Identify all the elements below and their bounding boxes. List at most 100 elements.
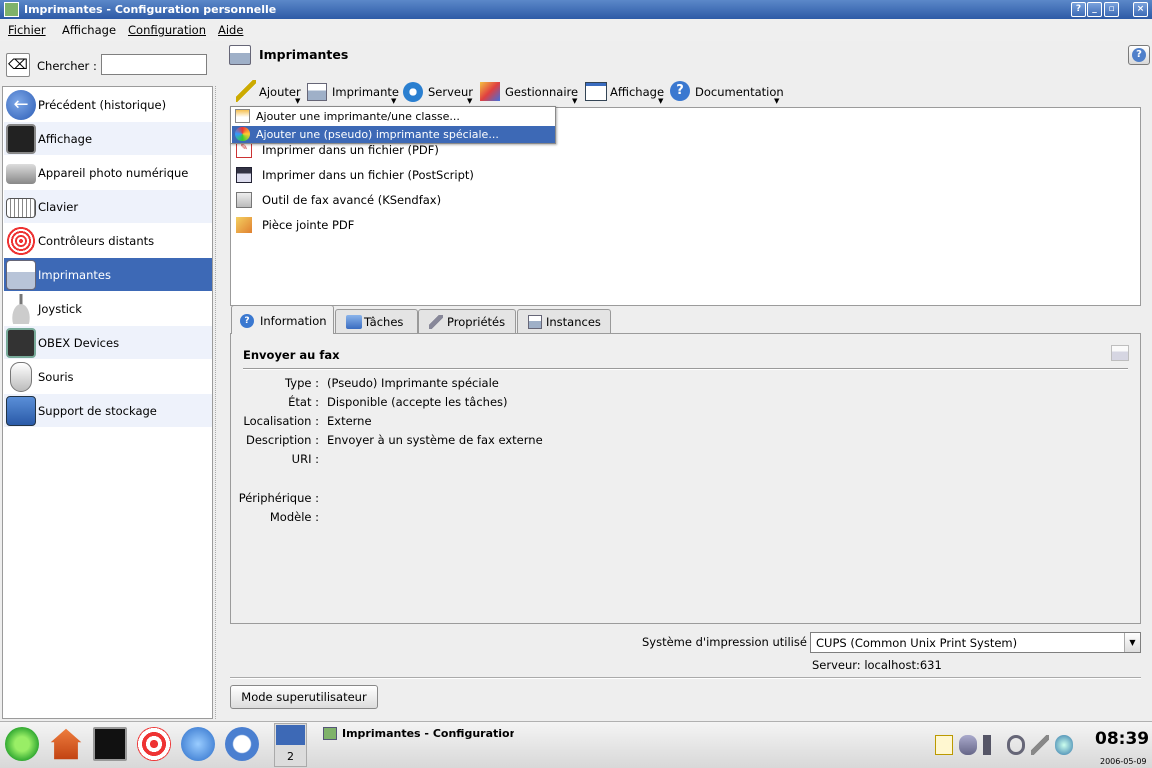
gear-icon [403, 82, 423, 102]
app-icon [323, 727, 337, 740]
sidebar-item-joystick[interactable]: Joystick [4, 292, 212, 325]
volume-icon[interactable] [983, 735, 1001, 755]
pager-number: 2 [287, 750, 294, 763]
help-button[interactable]: ? [1128, 45, 1150, 65]
menu-item-add-special[interactable]: Ajouter une (pseudo) imprimante spéciale… [232, 126, 555, 143]
wrench-icon [429, 315, 443, 329]
printer-icon [6, 260, 36, 290]
sidebar-item-label: Imprimantes [38, 268, 111, 282]
title-bar[interactable]: Imprimantes - Configuration personnelle … [0, 0, 1152, 19]
page-title: Imprimantes [259, 47, 349, 62]
info-key: Description : [245, 433, 319, 447]
clock[interactable]: 08:39 [1095, 729, 1149, 749]
sidebar-item-camera[interactable]: Appareil photo numérique [4, 156, 212, 189]
menu-configuration[interactable]: Configuration [128, 23, 206, 37]
clear-search-button[interactable]: ⌫ [6, 53, 30, 77]
window-icon [585, 82, 607, 101]
help-icon: ? [670, 81, 690, 101]
obex-icon [6, 328, 36, 358]
remote-control-icon [6, 226, 36, 256]
sidebar-item-obex[interactable]: OBEX Devices [4, 326, 212, 359]
window-title: Imprimantes - Configuration personnelle [24, 3, 277, 16]
chevron-down-icon: ▼ [467, 97, 473, 105]
list-item-label: Outil de fax avancé (KSendfax) [262, 193, 442, 207]
desktop-pager[interactable]: 2 [274, 723, 307, 767]
info-icon: ? [240, 314, 254, 328]
maximize-button[interactable]: ▫ [1104, 2, 1119, 17]
tab-label: Information [260, 314, 327, 328]
sidebar-item-affichage[interactable]: Affichage [4, 122, 212, 155]
printer-icon [1111, 345, 1129, 361]
close-button[interactable]: × [1133, 2, 1148, 17]
tab-instances[interactable]: Instances [517, 309, 611, 333]
minimize-button[interactable]: _ [1087, 2, 1102, 17]
toolbar-label: Imprimante [332, 85, 399, 99]
sidebar-item-stockage[interactable]: Support de stockage [4, 394, 212, 427]
list-item[interactable]: Outil de fax avancé (KSendfax) [236, 190, 536, 210]
help-title-button[interactable]: ? [1071, 2, 1086, 17]
mail-icon[interactable] [225, 727, 259, 761]
network-icon[interactable] [959, 735, 977, 755]
sidebar-item-remote[interactable]: Contrôleurs distants [4, 224, 212, 257]
search-input[interactable] [101, 54, 207, 75]
divider [230, 677, 1141, 679]
pdf-icon: ✎ [236, 142, 252, 158]
terminal-icon[interactable] [93, 727, 127, 761]
magnifier-icon[interactable] [1007, 735, 1025, 755]
print-system-select[interactable]: CUPS (Common Unix Print System) ▼ [810, 632, 1141, 653]
info-value: Disponible (accepte les tâches) [327, 395, 508, 409]
sidebar-item-imprimantes[interactable]: Imprimantes [4, 258, 212, 291]
menu-item-add-printer[interactable]: Ajouter une imprimante/une classe... [232, 108, 555, 125]
toolbar-label: Gestionnaire [505, 85, 579, 99]
toolbar-documentation-button[interactable]: ? Documentation ▼ [670, 80, 784, 105]
list-item[interactable]: Pièce jointe PDF [236, 215, 536, 235]
printer-icon [528, 315, 542, 329]
list-item-label: Pièce jointe PDF [262, 218, 355, 232]
desktop-1-preview[interactable] [276, 725, 305, 745]
manager-icon [480, 82, 500, 101]
toolbar-gestionnaire-button[interactable]: Gestionnaire ▼ [480, 80, 580, 105]
sidebar-item-back[interactable]: ← Précédent (historique) [4, 88, 212, 121]
tab-information[interactable]: ? Information [231, 305, 334, 334]
list-item-label: Imprimer dans un fichier (PDF) [262, 143, 439, 157]
toolbar-serveur-button[interactable]: Serveur ▼ [403, 80, 475, 105]
menu-fichier[interactable]: Fichier [8, 23, 46, 37]
sidebar-item-label: Affichage [38, 132, 93, 146]
folder-icon [346, 315, 362, 329]
suse-menu-icon[interactable] [5, 727, 39, 761]
info-value: (Pseudo) Imprimante spéciale [327, 376, 499, 390]
chevron-down-icon[interactable]: ▼ [1124, 633, 1140, 652]
sidebar-item-clavier[interactable]: Clavier [4, 190, 212, 223]
taskbar-window-label: Imprimantes - Configuration per [342, 727, 514, 740]
menu-item-label: Ajouter une (pseudo) imprimante spéciale… [256, 128, 499, 141]
joystick-icon [6, 294, 36, 324]
info-title: Envoyer au fax [243, 348, 340, 362]
tab-taches[interactable]: Tâches [335, 309, 418, 333]
search-label: Chercher : [37, 59, 97, 73]
display-icon [6, 124, 36, 154]
toolbar-ajouter-button[interactable]: Ajouter ▼ [236, 80, 302, 105]
taskbar-window-button[interactable]: Imprimantes - Configuration per [318, 723, 518, 763]
superuser-mode-button[interactable]: Mode superutilisateur [230, 685, 378, 709]
browser-icon[interactable] [181, 727, 215, 761]
tab-proprietes[interactable]: Propriétés [418, 309, 516, 333]
storage-icon [6, 396, 36, 426]
toolbar-label: Documentation [695, 85, 784, 99]
chevron-down-icon: ▼ [658, 97, 664, 105]
klipper-icon[interactable] [935, 735, 953, 755]
updater-icon[interactable] [1055, 735, 1073, 755]
help-center-icon[interactable] [137, 727, 171, 761]
sidebar-item-label: OBEX Devices [38, 336, 120, 350]
splitter-handle[interactable] [215, 86, 218, 719]
toolbar-affichage-button[interactable]: Affichage ▼ [585, 80, 667, 105]
menu-affichage[interactable]: Affichage [62, 23, 116, 37]
print-system-value: CUPS (Common Unix Print System) [816, 636, 1018, 650]
toolbar-imprimante-button[interactable]: Imprimante ▼ [307, 80, 399, 105]
list-item[interactable]: Imprimer dans un fichier (PostScript) [236, 165, 536, 185]
chevron-down-icon: ▼ [572, 97, 578, 105]
print-system-label: Système d'impression utilisé : [642, 635, 815, 649]
sidebar-item-souris[interactable]: Souris [4, 360, 212, 393]
menu-aide[interactable]: Aide [218, 23, 243, 37]
wand-icon [236, 80, 256, 102]
tool-icon[interactable] [1031, 735, 1049, 755]
